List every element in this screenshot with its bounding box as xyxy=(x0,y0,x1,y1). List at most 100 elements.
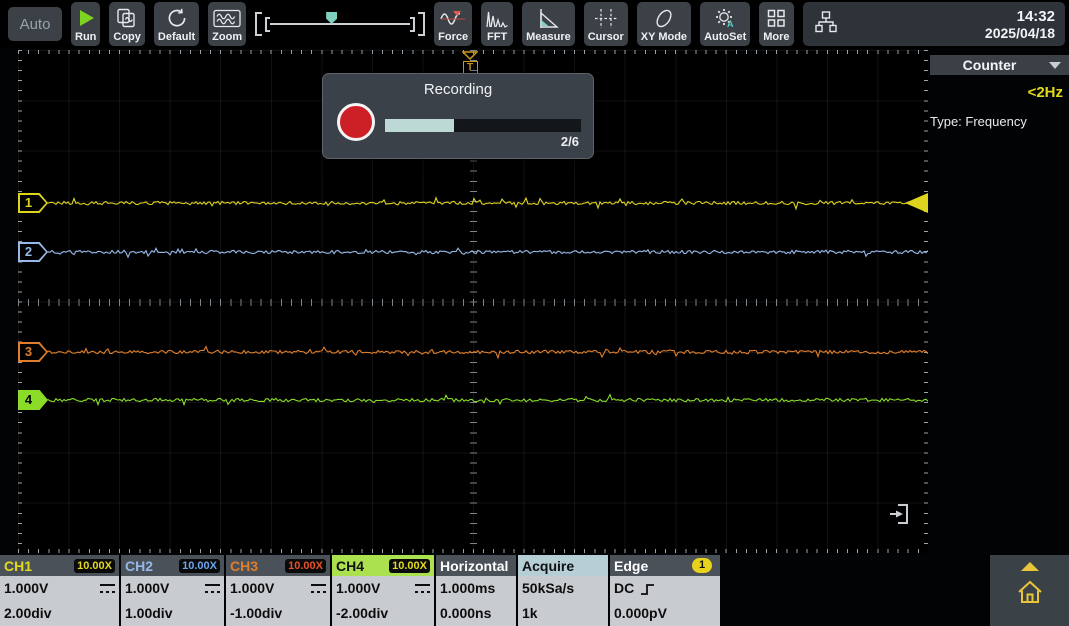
ch4-values: 1.000V -2.00div xyxy=(332,576,434,626)
ch3-values: 1.000V -1.00div xyxy=(226,576,330,626)
time: 14:32 xyxy=(985,8,1055,25)
horizontal-position-slider[interactable] xyxy=(255,2,425,46)
probe-attenuation: 10.00X xyxy=(179,559,220,573)
auto-button[interactable]: Auto xyxy=(8,7,62,41)
ch1-values: 1.000V 2.00div xyxy=(0,576,119,626)
vertical-offset: -2.00div xyxy=(336,601,388,626)
xy-ellipse-icon xyxy=(653,5,675,31)
fft-button[interactable]: FFT xyxy=(481,2,513,46)
bottom-right-panel xyxy=(990,555,1069,626)
cursor-icon xyxy=(594,5,618,31)
slider-track xyxy=(270,23,410,25)
trigger-level-value: 0.000pV xyxy=(614,601,667,626)
ch3-status[interactable]: CH3 10.00X 1.000V -1.00div xyxy=(226,555,330,626)
ch1-status[interactable]: CH1 10.00X 1.000V 2.00div xyxy=(0,555,119,626)
force-trigger-icon xyxy=(439,5,467,31)
counter-value: <2Hz xyxy=(930,84,1069,101)
recording-progress-fill xyxy=(385,119,454,132)
trigger-triangle-icon xyxy=(462,51,478,60)
edge-header: Edge 1 xyxy=(610,555,720,576)
trigger-status[interactable]: Edge 1 DC 0.000pV xyxy=(610,555,720,626)
counter-title: Counter xyxy=(930,57,1049,73)
bracket-inner-right xyxy=(410,17,415,32)
ch2-position-marker[interactable]: 2 xyxy=(18,242,48,262)
ch4-status[interactable]: CH4 10.00X 1.000V -2.00div xyxy=(332,555,434,626)
chevron-down-icon xyxy=(1049,62,1061,69)
sample-rate: 50kSa/s xyxy=(522,576,574,601)
counter-dropdown[interactable]: Counter xyxy=(930,55,1069,75)
clock: 14:32 2025/04/18 xyxy=(985,8,1055,41)
system-status-block: 14:32 2025/04/18 xyxy=(803,2,1065,46)
acquire-status[interactable]: Acquire 50kSa/s 1k xyxy=(518,555,608,626)
marker-number: 1 xyxy=(18,195,39,211)
marker-number: 3 xyxy=(18,344,39,360)
trigger-source-badge: 1 xyxy=(692,558,712,573)
zoom-button[interactable]: Zoom xyxy=(208,2,246,46)
bracket-outer-right xyxy=(418,12,425,36)
recording-dialog: Recording 2/6 xyxy=(322,73,594,159)
collapse-panel-icon[interactable] xyxy=(888,500,914,533)
ch4-header: CH4 10.00X xyxy=(332,555,434,576)
volts-per-div: 1.000V xyxy=(4,576,48,601)
vertical-offset: -1.00div xyxy=(230,601,282,626)
home-button[interactable] xyxy=(1016,579,1044,605)
autoset-button[interactable]: A AutoSet xyxy=(700,2,750,46)
dc-coupling-icon xyxy=(311,584,326,593)
waveform-zoom-icon xyxy=(213,5,241,31)
ch1-header: CH1 10.00X xyxy=(0,555,119,576)
trigger-coupling: DC xyxy=(614,576,634,601)
measure-button[interactable]: Measure xyxy=(522,2,575,46)
ch3-position-marker[interactable]: 3 xyxy=(18,342,48,362)
recording-counter: 2/6 xyxy=(561,134,579,149)
horizontal-status[interactable]: Horizontal 1.000ms 0.000ns xyxy=(436,555,516,626)
vertical-offset: 2.00div xyxy=(4,601,51,626)
ch2-values: 1.000V 1.00div xyxy=(121,576,224,626)
play-icon xyxy=(76,5,96,31)
run-button[interactable]: Run xyxy=(71,2,100,46)
horizontal-label: Horizontal xyxy=(440,558,508,574)
gear-icon: A xyxy=(714,5,736,31)
copy-icon xyxy=(116,5,138,31)
slider-thumb[interactable] xyxy=(326,12,337,24)
force-button[interactable]: Force xyxy=(434,2,472,46)
horizontal-values: 1.000ms 0.000ns xyxy=(436,576,516,626)
default-button[interactable]: Default xyxy=(154,2,199,46)
horizontal-header: Horizontal xyxy=(436,555,516,576)
dc-coupling-icon xyxy=(205,584,220,593)
dc-coupling-icon xyxy=(415,584,430,593)
channel-name: CH2 xyxy=(125,558,153,574)
ch1-position-marker[interactable]: 1 xyxy=(18,193,48,213)
channel-name: CH3 xyxy=(230,558,258,574)
probe-attenuation: 10.00X xyxy=(389,559,430,573)
copy-button[interactable]: Copy xyxy=(109,2,145,46)
status-bar: CH1 10.00X 1.000V 2.00div CH2 10.00X 1.0… xyxy=(0,555,720,626)
counter-type: Type: Frequency xyxy=(930,114,1069,129)
probe-attenuation: 10.00X xyxy=(285,559,326,573)
measure-icon xyxy=(537,5,559,31)
network-icon[interactable] xyxy=(813,10,839,39)
acquire-label: Acquire xyxy=(522,558,574,574)
edge-label: Edge xyxy=(614,558,648,574)
channel-name: CH4 xyxy=(336,558,364,574)
ch4-position-marker[interactable]: 4 xyxy=(18,390,48,410)
volts-per-div: 1.000V xyxy=(336,576,380,601)
xy-mode-button[interactable]: XY Mode xyxy=(637,2,691,46)
probe-attenuation: 10.00X xyxy=(74,559,115,573)
ch3-header: CH3 10.00X xyxy=(226,555,330,576)
timebase: 1.000ms xyxy=(440,576,495,601)
grid-more-icon xyxy=(766,5,786,31)
volts-per-div: 1.000V xyxy=(125,576,169,601)
date: 2025/04/18 xyxy=(985,25,1055,41)
collapse-up-icon[interactable] xyxy=(1021,562,1039,571)
ch2-status[interactable]: CH2 10.00X 1.000V 1.00div xyxy=(121,555,224,626)
recording-title: Recording xyxy=(323,81,593,98)
vertical-offset: 1.00div xyxy=(125,601,172,626)
more-button[interactable]: More xyxy=(759,2,793,46)
marker-number: 2 xyxy=(18,244,39,260)
record-stop-button[interactable] xyxy=(337,103,375,141)
dc-coupling-icon xyxy=(100,584,115,593)
svg-text:A: A xyxy=(727,19,734,29)
counter-panel: Counter <2Hz Type: Frequency xyxy=(930,55,1069,129)
cursor-button[interactable]: Cursor xyxy=(584,2,628,46)
volts-per-div: 1.000V xyxy=(230,576,274,601)
